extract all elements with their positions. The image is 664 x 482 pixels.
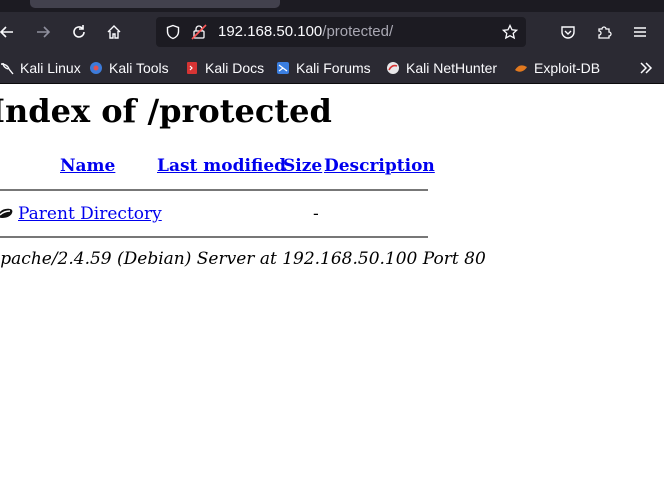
url-host: 192.168.50.100 xyxy=(218,23,323,40)
kali-tools-icon xyxy=(89,61,103,75)
url-bar[interactable]: 192.168.50.100/protected/ xyxy=(156,17,526,47)
column-header-last-modified[interactable]: Last modified xyxy=(157,156,286,176)
back-arrow-icon xyxy=(0,26,13,38)
column-header-size[interactable]: Size xyxy=(283,156,322,176)
insecure-lock-icon[interactable] xyxy=(191,24,207,44)
bookmark-kali-forums[interactable]: Kali Forums xyxy=(276,59,371,77)
home-button[interactable] xyxy=(101,19,127,45)
table-bottom-divider xyxy=(0,236,428,238)
kali-nethunter-icon xyxy=(386,61,400,75)
reload-icon xyxy=(73,25,85,38)
bookmark-label: Kali Forums xyxy=(296,60,371,76)
url-path: /protected/ xyxy=(322,23,394,40)
reload-button[interactable] xyxy=(66,19,92,45)
bookmark-label: Exploit-DB xyxy=(534,60,601,76)
pocket-icon xyxy=(561,26,575,39)
exploit-db-icon xyxy=(514,61,528,75)
forward-arrow-icon xyxy=(37,26,51,38)
bookmark-kali-docs[interactable]: Kali Docs xyxy=(185,59,264,77)
active-tab[interactable] xyxy=(30,0,280,8)
kali-dragon-icon xyxy=(0,61,14,75)
table-top-divider xyxy=(0,189,428,191)
bookmark-label: Kali Docs xyxy=(205,60,265,76)
shield-icon[interactable] xyxy=(165,24,181,44)
url-text[interactable]: 192.168.50.100/protected/ xyxy=(218,23,393,41)
parent-directory-link[interactable]: Parent Directory xyxy=(18,204,162,224)
column-header-description[interactable]: Description xyxy=(324,156,435,176)
bookmark-label: Kali NetHunter xyxy=(406,60,498,76)
row-size: - xyxy=(313,204,319,224)
puzzle-icon xyxy=(598,26,612,39)
forward-button[interactable] xyxy=(30,19,56,45)
bookmark-kali-tools[interactable]: Kali Tools xyxy=(89,59,169,77)
column-header-name[interactable]: Name xyxy=(60,156,115,176)
extensions-button[interactable] xyxy=(591,19,617,45)
bookmark-kali-linux[interactable]: Kali Linux xyxy=(0,59,81,77)
pocket-button[interactable] xyxy=(555,19,581,45)
page-title: Index of /protected xyxy=(0,92,332,130)
bookmark-star-icon[interactable] xyxy=(501,23,519,44)
bookmark-exploit-db[interactable]: Exploit-DB xyxy=(514,59,600,77)
server-signature: Apache/2.4.59 (Debian) Server at 192.168… xyxy=(0,249,486,269)
tab-strip xyxy=(0,0,664,12)
bookmark-label: Kali Linux xyxy=(20,60,81,76)
bookmarks-toolbar: Kali Linux Kali Tools Kali Docs Kali For… xyxy=(0,52,664,84)
kali-forums-icon xyxy=(276,61,290,75)
hamburger-menu-icon xyxy=(634,27,646,37)
kali-docs-icon xyxy=(185,61,199,75)
double-chevron-right-icon xyxy=(640,62,653,74)
menu-button[interactable] xyxy=(627,19,653,45)
bookmark-label: Kali Tools xyxy=(109,60,169,76)
back-folder-icon xyxy=(0,204,14,226)
home-icon xyxy=(107,25,121,39)
back-button[interactable] xyxy=(0,19,20,45)
page-content: Index of /protected Name Last modified S… xyxy=(0,84,664,482)
bookmark-kali-nethunter[interactable]: Kali NetHunter xyxy=(386,59,497,77)
bookmarks-overflow-button[interactable] xyxy=(638,60,654,80)
